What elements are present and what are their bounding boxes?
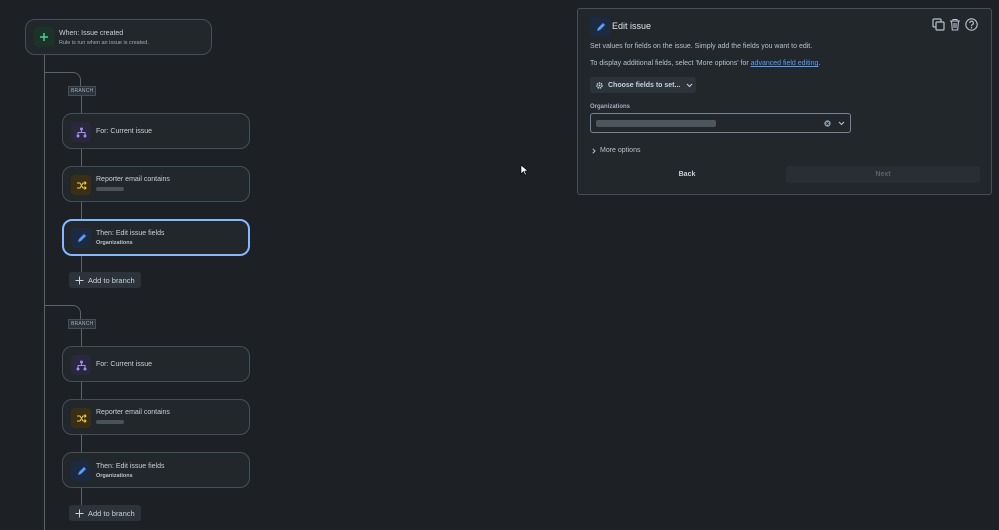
branch-for-card[interactable]: For: Current issue (62, 346, 250, 382)
branch-tag: BRANCH (68, 86, 97, 96)
condition-label: Reporter email contains (96, 409, 170, 416)
branch-2-connector (44, 305, 81, 320)
gear-icon (596, 81, 603, 89)
action-card[interactable]: Then: Edit issue fields Organizations (62, 452, 250, 488)
branch-for-label: For: Current issue (96, 361, 153, 368)
pencil-icon (71, 461, 91, 481)
more-options-toggle[interactable]: More options (592, 147, 640, 154)
action-title: Then: Edit issue fields (96, 230, 165, 237)
chevron-down-icon[interactable] (838, 121, 845, 126)
plus-icon (75, 509, 84, 517)
add-to-branch-label: Add to branch (88, 508, 135, 518)
advanced-editing-text: To display additional fields, select 'Mo… (590, 60, 820, 67)
advanced-suffix: . (818, 60, 821, 67)
next-label: Next (875, 171, 891, 178)
back-label: Back (678, 171, 696, 178)
pencil-icon (590, 17, 610, 37)
action-title: Then: Edit issue fields (96, 463, 165, 470)
organizations-label: Organizations (590, 104, 631, 110)
action-subtitle: Organizations (96, 473, 133, 479)
redacted-value (96, 187, 124, 191)
condition-card[interactable]: Reporter email contains (62, 399, 250, 435)
advanced-field-editing-link[interactable]: advanced field editing (751, 60, 819, 67)
add-to-branch-button[interactable]: Add to branch (69, 505, 141, 521)
hierarchy-icon (71, 122, 91, 142)
action-subtitle: Organizations (96, 240, 133, 246)
choose-fields-label: Choose fields to set... (608, 81, 681, 89)
advanced-prefix: To display additional fields, select 'Mo… (590, 60, 751, 67)
clear-icon[interactable] (824, 120, 831, 127)
back-button[interactable]: Back (590, 166, 784, 183)
plus-icon (34, 27, 54, 47)
hierarchy-icon (71, 355, 91, 375)
branch-tag: BRANCH (68, 319, 97, 329)
condition-label: Reporter email contains (96, 176, 170, 183)
edit-issue-panel: Edit issue Set values for fields on the … (577, 8, 992, 195)
more-options-label: More options (600, 147, 641, 154)
shuffle-icon (71, 408, 91, 428)
branch-for-card[interactable]: For: Current issue (62, 113, 250, 149)
organizations-select[interactable] (590, 113, 851, 133)
add-to-branch-label: Add to branch (88, 275, 135, 285)
trigger-card[interactable]: When: Issue created Rule is run when an … (25, 19, 212, 55)
chevron-right-icon (592, 147, 596, 154)
trash-icon[interactable] (949, 18, 961, 31)
copy-icon[interactable] (932, 18, 945, 31)
plus-icon (75, 276, 84, 284)
mouse-cursor-icon (520, 164, 528, 176)
branch-1-connector (44, 72, 81, 87)
add-to-branch-button[interactable]: Add to branch (69, 272, 141, 288)
trigger-title: When: Issue created (59, 30, 124, 37)
condition-card[interactable]: Reporter email contains (62, 166, 250, 202)
pencil-icon (71, 228, 91, 248)
main-connector (44, 55, 45, 530)
choose-fields-button[interactable]: Choose fields to set... (590, 77, 696, 93)
panel-title: Edit issue (612, 21, 652, 31)
panel-description: Set values for fields on the issue. Simp… (590, 43, 813, 50)
redacted-value (96, 420, 124, 424)
shuffle-icon (71, 175, 91, 195)
help-icon[interactable] (965, 18, 978, 31)
branch-for-label: For: Current issue (96, 128, 153, 135)
action-card-selected[interactable]: Then: Edit issue fields Organizations (62, 219, 250, 256)
chevron-down-icon (686, 83, 693, 87)
next-button[interactable]: Next (786, 166, 980, 183)
selected-organization-value (596, 120, 716, 127)
trigger-subtitle: Rule is run when an issue is created. (59, 40, 149, 46)
